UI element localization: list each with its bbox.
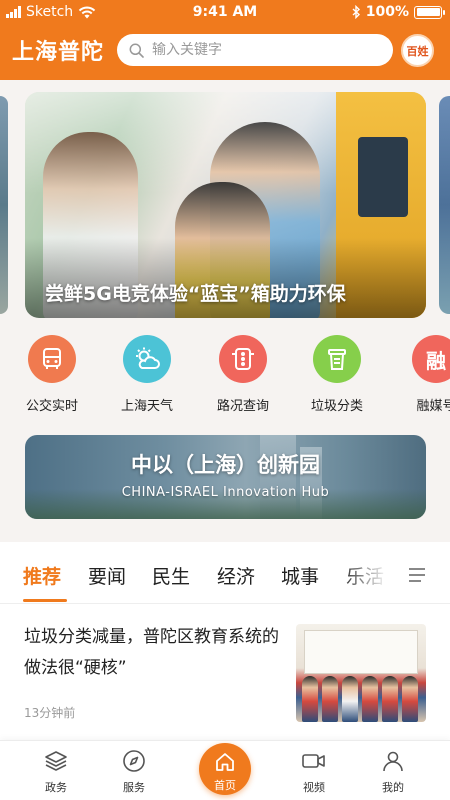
carousel-prev-slide[interactable] <box>0 96 8 314</box>
nav-profile[interactable]: 我的 <box>363 749 423 795</box>
baixing-badge-button[interactable]: 百姓 <box>401 34 434 67</box>
search-icon <box>129 43 144 58</box>
shortcut-label: 上海天气 <box>120 399 173 414</box>
nav-home[interactable]: 首页 <box>199 743 251 795</box>
shortcut-traffic[interactable]: 路况查询 <box>203 335 283 414</box>
user-icon <box>383 751 403 772</box>
shortcut-weather[interactable]: 上海天气 <box>107 335 187 414</box>
shortcut-label: 融媒号 <box>416 399 450 414</box>
nav-video[interactable]: 视频 <box>284 749 344 795</box>
article-thumbnail <box>296 624 426 722</box>
trash-bin-icon <box>328 349 346 370</box>
nav-label: 首页 <box>214 779 236 792</box>
article-title: 垃圾分类减量，普陀区教育系统的做法很“硬核” <box>24 627 279 678</box>
shortcut-label: 垃圾分类 <box>310 399 363 414</box>
hub-subtitle: CHINA-ISRAEL Innovation Hub <box>121 485 330 500</box>
shortcut-media[interactable]: 融 融媒号 <box>396 335 450 414</box>
shortcut-weather-circle <box>123 335 171 383</box>
shortcut-label: 公交实时 <box>25 399 78 414</box>
app-title: 上海普陀 <box>12 39 105 65</box>
carousel-next-slide[interactable] <box>439 96 450 314</box>
video-camera-icon <box>302 754 325 768</box>
shortcut-traffic-circle <box>219 335 267 383</box>
search-bar[interactable] <box>117 34 393 66</box>
shortcut-bus[interactable]: 公交实时 <box>12 335 92 414</box>
nav-label: 服务 <box>123 781 145 794</box>
status-bar: Sketch 9:41 AM 100% <box>0 0 450 28</box>
search-input[interactable] <box>152 42 372 58</box>
innovation-hub-banner[interactable]: 中以（上海）创新园 CHINA-ISRAEL Innovation Hub <box>25 435 426 519</box>
app-header: Sketch 9:41 AM 100% 上海普陀 百姓 <box>0 0 450 80</box>
traffic-light-icon <box>232 348 254 370</box>
shortcut-row: 公交实时 上海天气 路况查询 垃圾分类 融 融媒号 <box>0 335 450 420</box>
tab-headlines[interactable]: 要闻 <box>88 562 126 589</box>
battery-percent: 100% <box>365 4 409 20</box>
badge-label: 百姓 <box>406 44 429 58</box>
hero-banner[interactable]: 尝鲜5G电竞体验“蓝宝”箱助力环保 <box>25 92 426 318</box>
tab-city[interactable]: 城事 <box>281 562 319 589</box>
nav-service[interactable]: 服务 <box>104 749 164 795</box>
bluetooth-icon <box>352 5 360 19</box>
tab-livelihood[interactable]: 民生 <box>152 562 190 589</box>
media-icon: 融 <box>412 335 450 383</box>
home-icon <box>216 753 234 771</box>
active-tab-indicator <box>23 599 67 602</box>
weather-icon <box>136 347 160 369</box>
battery-icon <box>414 5 445 19</box>
shortcut-garbage[interactable]: 垃圾分类 <box>297 335 377 414</box>
status-right: 100% <box>352 4 445 20</box>
hub-title: 中以（上海）创新园 <box>131 452 320 477</box>
layers-icon <box>45 751 67 771</box>
tab-economy[interactable]: 经济 <box>217 562 255 589</box>
nav-government[interactable]: 政务 <box>26 749 86 795</box>
shortcut-label: 路况查询 <box>216 399 269 414</box>
tab-recommend[interactable]: 推荐 <box>23 562 61 589</box>
shortcut-garbage-circle <box>313 335 361 383</box>
compass-icon <box>123 750 145 772</box>
nav-label: 视频 <box>303 781 325 794</box>
menu-icon[interactable] <box>408 567 426 583</box>
nav-label: 我的 <box>382 781 404 794</box>
bus-icon <box>43 348 61 369</box>
nav-label: 政务 <box>45 781 67 794</box>
shortcut-bus-circle <box>28 335 76 383</box>
banner-title: 尝鲜5G电竞体验“蓝宝”箱助力环保 <box>45 283 346 305</box>
news-list-item[interactable]: 垃圾分类减量，普陀区教育系统的做法很“硬核” 13分钟前 <box>0 604 450 740</box>
article-timestamp: 13分钟前 <box>24 706 76 720</box>
